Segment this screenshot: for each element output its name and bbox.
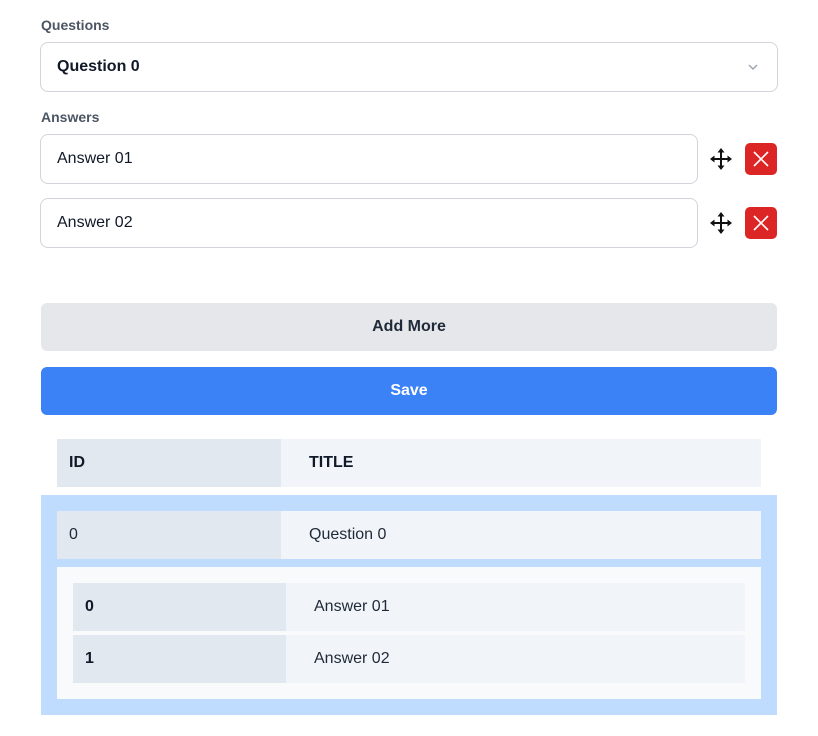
question-select[interactable]: Question 0 — [40, 42, 778, 92]
close-icon — [753, 151, 769, 167]
delete-answer-button[interactable] — [745, 207, 777, 239]
answers-label: Answers — [41, 109, 100, 125]
answer-input[interactable] — [40, 134, 698, 184]
table-header-title: TITLE — [281, 439, 761, 487]
save-button[interactable]: Save — [41, 367, 777, 415]
questions-label: Questions — [41, 17, 110, 33]
move-icon[interactable] — [709, 211, 733, 235]
nested-row-id: 0 — [73, 583, 286, 631]
move-icon[interactable] — [709, 147, 733, 171]
nested-row-title: Answer 01 — [286, 583, 745, 631]
chevron-down-icon — [748, 64, 758, 70]
table-row-id[interactable]: 0 — [57, 511, 281, 559]
table-header-id: ID — [57, 439, 281, 487]
question-select-value: Question 0 — [57, 58, 140, 75]
delete-answer-button[interactable] — [745, 143, 777, 175]
answer-input[interactable] — [40, 198, 698, 248]
nested-row-title: Answer 02 — [286, 635, 745, 683]
nested-row-id: 1 — [73, 635, 286, 683]
add-more-button[interactable]: Add More — [41, 303, 777, 351]
close-icon — [753, 215, 769, 231]
table-row-title[interactable]: Question 0 — [281, 511, 761, 559]
